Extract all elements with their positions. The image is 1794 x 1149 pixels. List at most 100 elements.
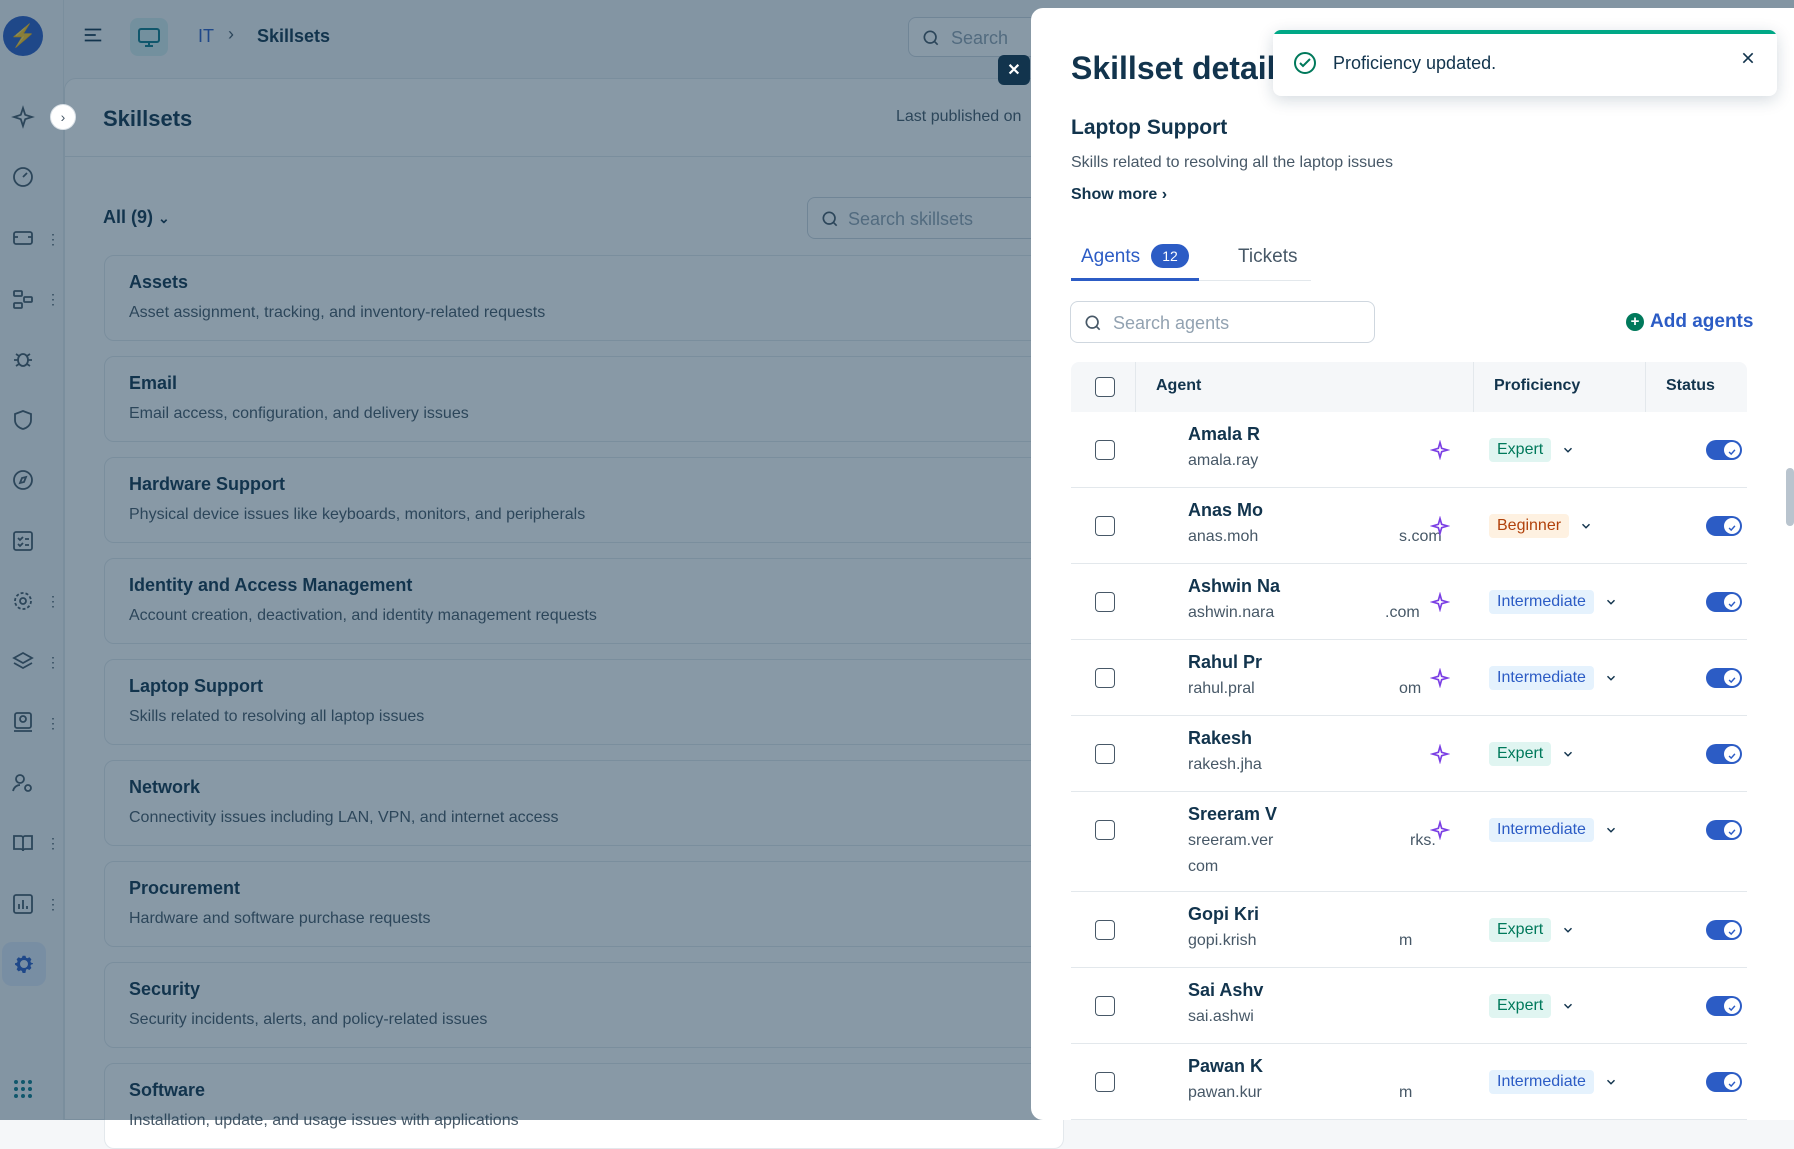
ai-sparkle-icon bbox=[1429, 515, 1451, 537]
agent-email: sai.ashwi bbox=[1188, 1008, 1254, 1025]
toast-progress-bar bbox=[1273, 30, 1777, 34]
status-toggle[interactable] bbox=[1706, 996, 1742, 1016]
status-toggle[interactable] bbox=[1706, 744, 1742, 764]
agent-column-label: Agent bbox=[1156, 377, 1202, 394]
select-all-checkbox[interactable] bbox=[1095, 377, 1115, 397]
agent-row-checkbox[interactable] bbox=[1095, 516, 1115, 536]
agent-row-checkbox[interactable] bbox=[1095, 920, 1115, 940]
status-toggle[interactable] bbox=[1706, 516, 1742, 536]
chevron-down-icon bbox=[1561, 443, 1575, 457]
expand-chevron-icon[interactable]: › bbox=[50, 104, 76, 130]
agent-row-checkbox[interactable] bbox=[1095, 820, 1115, 840]
agent-name[interactable]: Ashwin Na bbox=[1188, 576, 1280, 597]
agent-name[interactable]: Sreeram V bbox=[1188, 804, 1277, 825]
agent-row-checkbox[interactable] bbox=[1095, 440, 1115, 460]
agent-email: ashwin.nara bbox=[1188, 604, 1275, 621]
ai-sparkle-icon bbox=[1429, 819, 1451, 841]
proficiency-badge: Expert bbox=[1489, 918, 1552, 942]
agent-row-checkbox[interactable] bbox=[1095, 1072, 1115, 1092]
agent-email-domain: .com bbox=[1385, 604, 1420, 621]
ai-sparkle-icon bbox=[1429, 439, 1451, 461]
agent-name[interactable]: Gopi Kri bbox=[1188, 904, 1259, 925]
tab-agents[interactable]: Agents bbox=[1081, 246, 1140, 268]
plus-circle-icon: + bbox=[1626, 313, 1644, 331]
proficiency-badge: Beginner bbox=[1489, 514, 1570, 538]
agent-row-checkbox[interactable] bbox=[1095, 996, 1115, 1016]
proficiency-dropdown[interactable]: Intermediate bbox=[1489, 590, 1618, 614]
agent-email: gopi.krish bbox=[1188, 932, 1257, 949]
agent-email-line2: com bbox=[1188, 858, 1219, 875]
agent-row: Gopi Kri gopi.krish m Expert bbox=[1071, 892, 1747, 968]
agent-row-checkbox[interactable] bbox=[1095, 668, 1115, 688]
status-toggle[interactable] bbox=[1706, 920, 1742, 940]
toast-message: Proficiency updated. bbox=[1333, 53, 1497, 73]
close-toast-icon[interactable] bbox=[1740, 50, 1756, 66]
agent-email-domain: om bbox=[1399, 680, 1422, 697]
proficiency-dropdown[interactable]: Intermediate bbox=[1489, 1070, 1618, 1094]
agent-email-domain: m bbox=[1399, 932, 1413, 949]
tab-tickets[interactable]: Tickets bbox=[1238, 246, 1297, 268]
agent-name[interactable]: Amala R bbox=[1188, 424, 1260, 445]
chevron-down-icon bbox=[1579, 519, 1593, 533]
chevron-down-icon bbox=[1561, 747, 1575, 761]
check-icon bbox=[1727, 824, 1737, 836]
proficiency-dropdown[interactable]: Expert bbox=[1489, 994, 1575, 1018]
check-icon bbox=[1727, 444, 1737, 456]
proficiency-badge: Intermediate bbox=[1489, 590, 1594, 614]
agent-email: pawan.kur bbox=[1188, 1084, 1262, 1101]
agent-search-input[interactable]: Search agents bbox=[1070, 301, 1375, 343]
show-more-link[interactable]: Show more › bbox=[1071, 186, 1167, 204]
add-agents-label: Add agents bbox=[1650, 311, 1754, 332]
agents-count-badge: 12 bbox=[1151, 244, 1189, 268]
show-more-label: Show more bbox=[1071, 186, 1158, 203]
proficiency-dropdown[interactable]: Expert bbox=[1489, 918, 1575, 942]
drawer-scrollbar[interactable] bbox=[1786, 468, 1794, 526]
check-circle-icon bbox=[1294, 52, 1316, 74]
agent-name[interactable]: Pawan K bbox=[1188, 1056, 1263, 1077]
agent-row-checkbox[interactable] bbox=[1095, 744, 1115, 764]
status-toggle[interactable] bbox=[1706, 1072, 1742, 1092]
proficiency-dropdown[interactable]: Beginner bbox=[1489, 514, 1593, 538]
proficiency-badge: Intermediate bbox=[1489, 666, 1594, 690]
agent-name[interactable]: Anas Mo bbox=[1188, 500, 1263, 521]
check-icon bbox=[1727, 520, 1737, 532]
status-toggle[interactable] bbox=[1706, 440, 1742, 460]
proficiency-dropdown[interactable]: Intermediate bbox=[1489, 818, 1618, 842]
skillset-description: Skills related to resolving all the lapt… bbox=[1071, 154, 1393, 171]
chevron-down-icon bbox=[1604, 1075, 1618, 1089]
agent-name[interactable]: Sai Ashv bbox=[1188, 980, 1263, 1001]
add-agents-button[interactable]: + Add agents bbox=[1626, 311, 1753, 333]
proficiency-column-header: Proficiency bbox=[1474, 362, 1646, 412]
proficiency-badge: Intermediate bbox=[1489, 818, 1594, 842]
ai-sparkle-icon bbox=[1429, 591, 1451, 613]
check-icon bbox=[1727, 1076, 1737, 1088]
agent-email: amala.ray bbox=[1188, 452, 1259, 469]
agents-table-header: Agent Proficiency Status bbox=[1071, 362, 1747, 412]
agent-name[interactable]: Rahul Pr bbox=[1188, 652, 1262, 673]
status-toggle[interactable] bbox=[1706, 592, 1742, 612]
agent-row-checkbox[interactable] bbox=[1095, 592, 1115, 612]
chevron-down-icon bbox=[1604, 595, 1618, 609]
status-toggle[interactable] bbox=[1706, 820, 1742, 840]
chevron-down-icon bbox=[1561, 923, 1575, 937]
agent-row: Pawan K pawan.kur m Intermediate bbox=[1071, 1044, 1747, 1120]
agent-row: Amala R amala.ray Expert bbox=[1071, 412, 1747, 488]
drawer-title: Skillset details bbox=[1071, 50, 1294, 86]
proficiency-dropdown[interactable]: Expert bbox=[1489, 438, 1575, 462]
skillset-name: Laptop Support bbox=[1071, 116, 1228, 139]
close-drawer-button[interactable]: ✕ bbox=[998, 55, 1030, 85]
check-icon bbox=[1727, 672, 1737, 684]
agent-name[interactable]: Rakesh bbox=[1188, 728, 1252, 749]
chevron-down-icon bbox=[1604, 671, 1618, 685]
chevron-right-icon: › bbox=[1161, 186, 1168, 203]
proficiency-badge: Intermediate bbox=[1489, 1070, 1594, 1094]
proficiency-dropdown[interactable]: Expert bbox=[1489, 742, 1575, 766]
agent-row: Anas Mo anas.moh s.com Beginner bbox=[1071, 488, 1747, 564]
chevron-down-icon bbox=[1604, 823, 1618, 837]
agent-row: Sai Ashv sai.ashwi Expert bbox=[1071, 968, 1747, 1044]
check-icon bbox=[1727, 1000, 1737, 1012]
status-toggle[interactable] bbox=[1706, 668, 1742, 688]
select-all-cell bbox=[1071, 362, 1136, 412]
proficiency-dropdown[interactable]: Intermediate bbox=[1489, 666, 1618, 690]
search-icon bbox=[1085, 315, 1101, 331]
